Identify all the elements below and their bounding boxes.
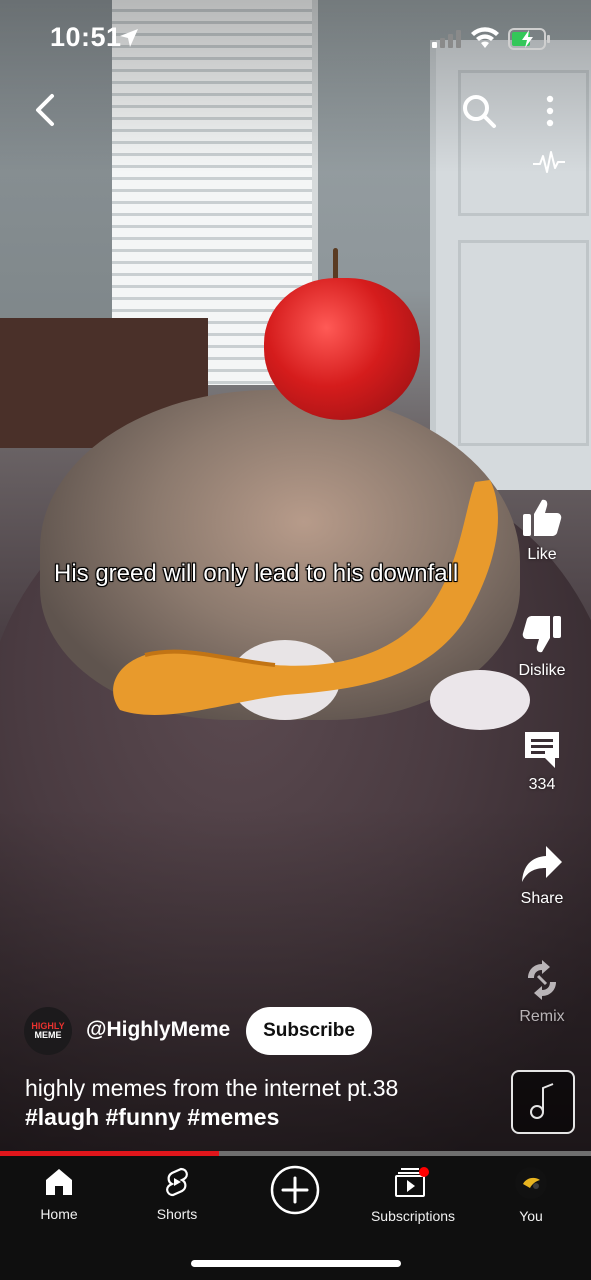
thumbs-up-icon	[523, 499, 562, 536]
channel-handle[interactable]: @HighlyMeme	[86, 1018, 230, 1042]
share-arrow-icon	[522, 846, 562, 882]
battery-charging-icon	[508, 28, 550, 50]
create-plus-icon	[270, 1165, 320, 1215]
music-note-icon	[530, 1083, 554, 1119]
cellular-signal-icon	[432, 30, 461, 48]
avatar-text-line2: MEME	[34, 1030, 62, 1040]
sound-button[interactable]	[511, 1070, 575, 1134]
nav-label-subscriptions: Subscriptions	[370, 1208, 456, 1224]
shorts-icon	[166, 1167, 188, 1197]
subscriptions-icon	[395, 1167, 429, 1197]
short-title-block[interactable]: highly memes from the internet pt.38 #la…	[25, 1074, 398, 1132]
shorts-player-screen: 10:51 His greed will only lead to his do…	[0, 0, 591, 1280]
share-button[interactable]: Share	[500, 844, 584, 908]
remix-icon	[528, 960, 556, 1000]
location-arrow-icon	[120, 29, 138, 47]
video-caption: His greed will only lead to his downfall	[54, 560, 459, 587]
comment-icon	[525, 732, 559, 768]
profile-avatar-icon	[515, 1167, 547, 1199]
wifi-icon	[471, 27, 499, 48]
nav-item-home[interactable]: Home	[4, 1166, 114, 1222]
dislike-label: Dislike	[518, 662, 566, 679]
remix-label: Remix	[519, 1008, 565, 1025]
nav-item-subscriptions[interactable]: Subscriptions	[358, 1166, 468, 1224]
nav-item-shorts[interactable]: Shorts	[122, 1166, 232, 1222]
back-arrow-icon[interactable]	[28, 92, 64, 128]
like-label: Like	[527, 546, 557, 563]
like-button[interactable]: Like	[500, 496, 584, 564]
home-icon	[46, 1169, 72, 1195]
nav-item-you[interactable]: You	[476, 1166, 586, 1224]
comments-count: 334	[528, 776, 556, 793]
comments-button[interactable]: 334	[500, 728, 584, 794]
status-time: 10:51	[50, 22, 122, 52]
channel-avatar[interactable]: HIGHLY MEME	[24, 1007, 72, 1055]
short-hashtags[interactable]: #laugh #funny #memes	[25, 1103, 398, 1132]
home-indicator[interactable]	[191, 1260, 401, 1267]
remix-button[interactable]: Remix	[500, 958, 584, 1026]
share-label: Share	[520, 890, 564, 907]
thumbs-down-icon	[522, 616, 561, 653]
status-bar: 10:51	[0, 0, 591, 80]
nav-label-shorts: Shorts	[156, 1206, 198, 1222]
activity-pulse-icon[interactable]	[532, 148, 566, 176]
search-icon[interactable]	[460, 92, 498, 130]
nav-label-you: You	[519, 1208, 543, 1224]
short-title: highly memes from the internet pt.38	[25, 1075, 399, 1101]
more-options-icon[interactable]	[540, 94, 560, 130]
dislike-button[interactable]: Dislike	[500, 612, 584, 680]
subscribe-button[interactable]: Subscribe	[246, 1007, 372, 1055]
nav-item-create[interactable]	[240, 1164, 350, 1216]
nav-label-home: Home	[40, 1206, 78, 1222]
